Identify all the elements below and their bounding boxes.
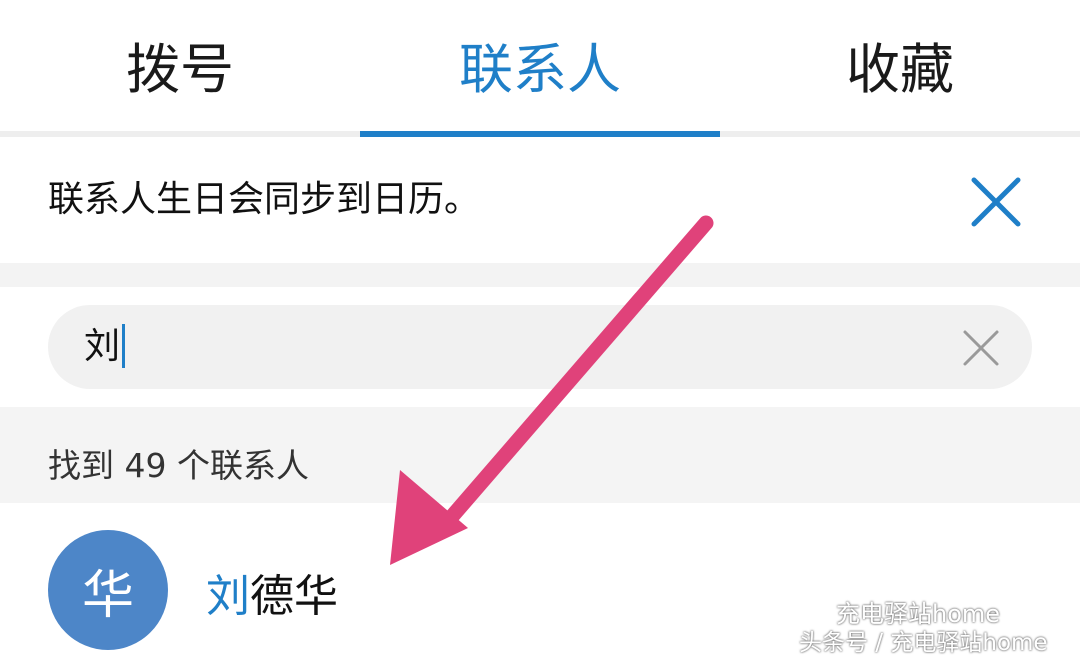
tab-dialer[interactable]: 拨号 <box>0 0 360 132</box>
search-input[interactable] <box>48 305 1032 389</box>
tab-favorites[interactable]: 收藏 <box>720 0 1080 132</box>
tab-bar: 拨号 联系人 收藏 <box>0 0 1080 132</box>
clear-icon[interactable] <box>962 329 1000 371</box>
watermark-line2: 头条号 / 充电驿站home <box>799 630 1048 656</box>
contact-name-match: 刘 <box>206 571 250 622</box>
wechat-icon <box>796 592 830 626</box>
birthday-sync-notice: 联系人生日会同步到日历。 <box>0 137 1080 263</box>
search-input-value: 刘 <box>84 305 126 389</box>
text-cursor <box>122 324 126 368</box>
close-icon[interactable] <box>968 174 1024 234</box>
contact-name-rest: 德华 <box>250 571 338 622</box>
tab-contacts[interactable]: 联系人 <box>360 0 720 132</box>
avatar[interactable]: 华 <box>48 530 168 650</box>
search-query-text: 刘 <box>84 326 121 367</box>
section-gap <box>0 263 1080 287</box>
notice-text: 联系人生日会同步到日历。 <box>48 179 481 220</box>
result-count: 找到 49 个联系人 <box>48 446 309 485</box>
contact-name[interactable]: 刘德华 <box>206 560 338 624</box>
